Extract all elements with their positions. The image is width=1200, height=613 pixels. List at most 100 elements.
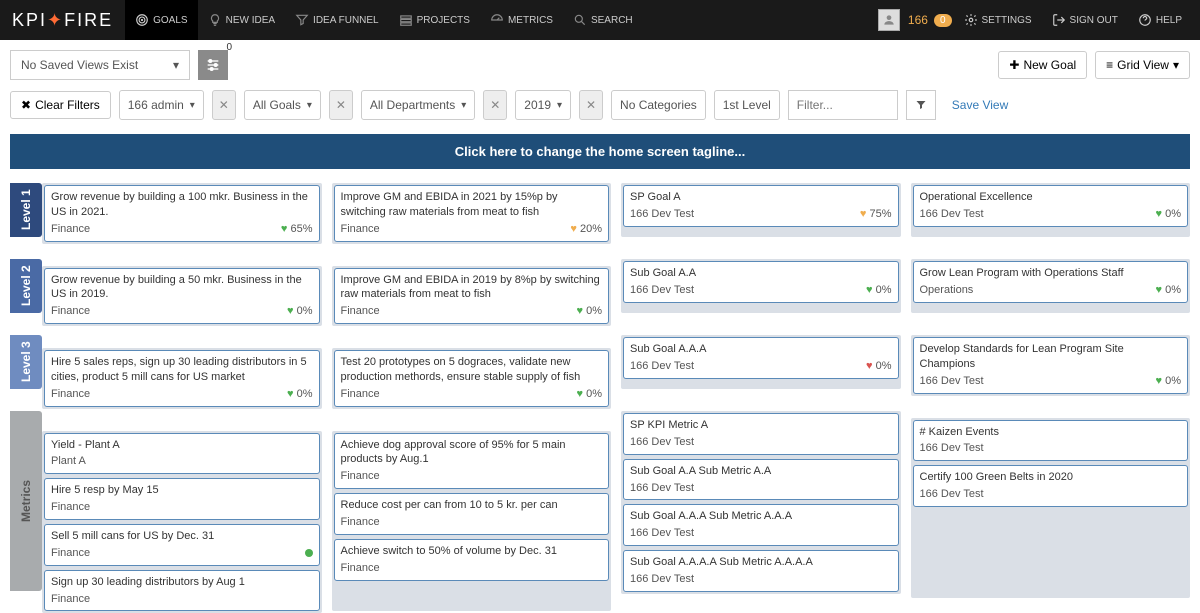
metric-card[interactable]: Achieve dog approval score of 95% for 5 … (334, 433, 610, 490)
goal-card[interactable]: Develop Standards for Lean Program Site … (913, 337, 1189, 394)
goal-card[interactable]: Grow revenue by building a 50 mkr. Busin… (44, 268, 320, 325)
metric-card[interactable]: Sub Goal A.A.A.A Sub Metric A.A.A.A 166 … (623, 550, 899, 592)
nav-label: PROJECTS (417, 15, 470, 26)
metric-card[interactable]: Reduce cost per can from 10 to 5 kr. per… (334, 493, 610, 535)
goal-subtitle: Finance (341, 387, 380, 402)
metric-subtitle: Finance (51, 500, 90, 515)
metric-card[interactable]: # Kaizen Events 166 Dev Test (913, 420, 1189, 462)
goal-subtitle: Finance (51, 304, 90, 319)
filter-count: 0 (226, 42, 232, 53)
nav-goals[interactable]: GOALS (125, 0, 197, 40)
metric-subtitle: Finance (341, 515, 380, 530)
metric-card[interactable]: Sub Goal A.A Sub Metric A.A 166 Dev Test (623, 459, 899, 501)
goal-card[interactable]: Improve GM and EBIDA in 2021 by 15%p by … (334, 185, 610, 242)
goal-card[interactable]: Grow Lean Program with Operations Staff … (913, 261, 1189, 303)
metric-card[interactable]: Sub Goal A.A.A Sub Metric A.A.A 166 Dev … (623, 504, 899, 546)
admin-filter[interactable]: 166 admin▾ (119, 90, 204, 120)
nav-new-idea[interactable]: NEW IDEA (198, 0, 285, 40)
chevron-down-icon: ▾ (1173, 58, 1179, 72)
goal-percent: 0% (297, 388, 313, 400)
year-filter[interactable]: 2019▾ (515, 90, 571, 120)
tagline-banner[interactable]: Click here to change the home screen tag… (10, 134, 1190, 169)
settings-link[interactable]: SETTINGS (956, 13, 1040, 27)
filter-input[interactable] (788, 90, 898, 120)
notification-badge[interactable]: 0 (934, 14, 952, 27)
save-view-link[interactable]: Save View (952, 98, 1008, 112)
metric-title: Sub Goal A.A.A Sub Metric A.A.A (630, 509, 892, 524)
metric-card[interactable]: Achieve switch to 50% of volume by Dec. … (334, 539, 610, 581)
metric-card[interactable]: Yield - Plant A Plant A (44, 433, 320, 475)
goal-subtitle: Finance (341, 222, 380, 237)
metric-title: Sign up 30 leading distributors by Aug 1 (51, 575, 313, 590)
goals-filter-clear[interactable]: ✕ (329, 90, 353, 120)
goal-card[interactable]: Test 20 prototypes on 5 dograces, valida… (334, 350, 610, 407)
metric-card[interactable]: Sign up 30 leading distributors by Aug 1… (44, 570, 320, 612)
level2-cell: Grow Lean Program with Operations Staff … (911, 259, 1191, 313)
new-goal-button[interactable]: ✚ New Goal (998, 51, 1087, 79)
metric-card[interactable]: SP KPI Metric A 166 Dev Test (623, 413, 899, 455)
help-link[interactable]: HELP (1130, 13, 1190, 27)
level-labels: Level 1 Level 2 Level 3 Metrics (10, 183, 42, 613)
metric-title: Hire 5 resp by May 15 (51, 483, 313, 498)
goal-card[interactable]: Operational Excellence 166 Dev Test ♥ 0% (913, 185, 1189, 227)
grid-view-dropdown[interactable]: ≡ Grid View ▾ (1095, 51, 1190, 79)
grid-column: Improve GM and EBIDA in 2021 by 15%p by … (332, 183, 612, 613)
saved-views-dropdown[interactable]: No Saved Views Exist ▾ (10, 50, 190, 80)
goal-card[interactable]: SP Goal A 166 Dev Test ♥ 75% (623, 185, 899, 227)
nav-idea-funnel[interactable]: IDEA FUNNEL (285, 0, 389, 40)
logo[interactable]: KPI ✦ FIRE (0, 10, 125, 31)
goal-subtitle: 166 Dev Test (630, 359, 694, 374)
goal-card[interactable]: Grow revenue by building a 100 mkr. Busi… (44, 185, 320, 242)
admin-filter-clear[interactable]: ✕ (212, 90, 236, 120)
departments-filter-clear[interactable]: ✕ (483, 90, 507, 120)
goals-grid: Level 1 Level 2 Level 3 Metrics Grow rev… (0, 183, 1200, 613)
metric-title: Achieve switch to 50% of volume by Dec. … (341, 544, 603, 559)
metric-card[interactable]: Hire 5 resp by May 15 Finance (44, 478, 320, 520)
goal-card[interactable]: Hire 5 sales reps, sign up 30 leading di… (44, 350, 320, 407)
metric-subtitle: 166 Dev Test (920, 441, 984, 456)
categories-filter[interactable]: No Categories (611, 90, 706, 120)
metric-card[interactable]: Sell 5 mill cans for US by Dec. 31 Finan… (44, 524, 320, 566)
level-2-label: Level 2 (10, 259, 42, 313)
goal-card[interactable]: Sub Goal A.A 166 Dev Test ♥ 0% (623, 261, 899, 303)
heart-icon: ♥ (866, 360, 873, 372)
metric-subtitle: 166 Dev Test (920, 487, 984, 502)
level-filter[interactable]: 1st Level (714, 90, 780, 120)
heart-icon: ♥ (1156, 208, 1163, 220)
metric-title: Sell 5 mill cans for US by Dec. 31 (51, 529, 313, 544)
avatar[interactable] (878, 9, 900, 31)
goal-percent: 65% (290, 223, 312, 235)
goal-card[interactable]: Improve GM and EBIDA in 2019 by 8%p by s… (334, 268, 610, 325)
list-icon: ≡ (1106, 58, 1113, 72)
apply-filter-button[interactable] (906, 90, 936, 120)
nav-search[interactable]: SEARCH (563, 0, 643, 40)
metrics-label: Metrics (10, 411, 42, 591)
signout-label: SIGN OUT (1070, 15, 1118, 26)
goal-card[interactable]: Sub Goal A.A.A 166 Dev Test ♥ 0% (623, 337, 899, 379)
goal-title: Test 20 prototypes on 5 dograces, valida… (341, 355, 603, 385)
metric-subtitle: 166 Dev Test (630, 481, 694, 496)
goal-title: Develop Standards for Lean Program Site … (920, 342, 1182, 372)
metric-card[interactable]: Certify 100 Green Belts in 2020 166 Dev … (913, 465, 1189, 507)
goal-subtitle: Finance (51, 222, 90, 237)
goals-filter[interactable]: All Goals▾ (244, 90, 321, 120)
chevron-down-icon: ▾ (173, 58, 179, 72)
departments-filter[interactable]: All Departments▾ (361, 90, 475, 120)
saved-views-label: No Saved Views Exist (21, 58, 138, 72)
heart-icon: ♥ (287, 305, 294, 317)
nav-metrics[interactable]: METRICS (480, 0, 563, 40)
level2-cell: Grow revenue by building a 50 mkr. Busin… (42, 266, 322, 327)
year-filter-clear[interactable]: ✕ (579, 90, 603, 120)
metrics-cell: # Kaizen Events 166 Dev Test Certify 100… (911, 418, 1191, 598)
goal-title: Grow revenue by building a 50 mkr. Busin… (51, 273, 313, 303)
goal-percent: 0% (876, 360, 892, 372)
filter-sliders-button[interactable]: 0 (198, 50, 228, 80)
metric-title: Sub Goal A.A Sub Metric A.A (630, 464, 892, 479)
metric-subtitle: Finance (341, 469, 380, 484)
person-icon (882, 13, 896, 27)
goal-subtitle: Finance (341, 304, 380, 319)
signout-link[interactable]: SIGN OUT (1044, 13, 1126, 27)
clear-filters-button[interactable]: ✖ Clear Filters (10, 91, 111, 119)
nav-projects[interactable]: PROJECTS (389, 0, 480, 40)
heart-icon: ♥ (577, 388, 584, 400)
